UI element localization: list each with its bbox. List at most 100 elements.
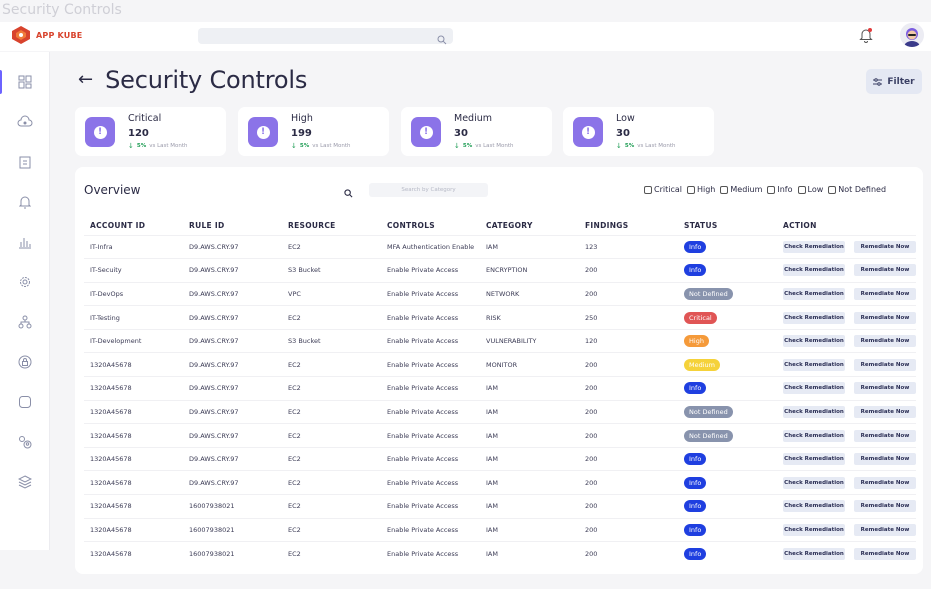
check-remediation-button[interactable]: Check Remediation xyxy=(783,311,845,324)
check-remediation-button[interactable]: Check Remediation xyxy=(783,240,845,253)
summary-card-high[interactable]: ! High 199 ↓ 5% vs Last Month xyxy=(238,107,389,156)
remediate-now-button[interactable]: Remediate Now xyxy=(854,264,916,277)
check-remediation-button[interactable]: Check Remediation xyxy=(783,476,845,489)
column-header-account-id: ACCOUNT ID xyxy=(90,221,146,231)
category-search-input[interactable]: Search by Category xyxy=(369,183,488,197)
checkbox[interactable] xyxy=(720,185,729,194)
rule-id-cell: D9.AWS.CRY.97 xyxy=(183,423,282,448)
account-id-cell: 1320A45678 xyxy=(84,399,183,424)
card-label: High xyxy=(291,113,313,124)
user-avatar[interactable] xyxy=(900,23,924,47)
action-cell: Check Remediation Remediate Now xyxy=(777,352,916,377)
control-cell: Enable Private Access xyxy=(381,494,480,519)
summary-card-medium[interactable]: ! Medium 30 ↓ 5% vs Last Month xyxy=(401,107,552,156)
app-logo-icon xyxy=(10,25,32,45)
sidebar-item-organization[interactable] xyxy=(0,304,50,340)
check-remediation-button[interactable]: Check Remediation xyxy=(783,358,845,371)
status-badge: Info xyxy=(684,547,707,560)
check-remediation-button[interactable]: Check Remediation xyxy=(783,335,845,348)
check-remediation-button[interactable]: Check Remediation xyxy=(783,264,845,277)
remediate-now-button[interactable]: Remediate Now xyxy=(854,240,916,253)
filter-label: Info xyxy=(777,185,793,194)
table-row: 1320A45678 16007938021 EC2 Enable Private A… xyxy=(84,494,916,519)
status-cell: Info xyxy=(678,258,777,283)
sidebar-item-reports[interactable] xyxy=(0,144,50,180)
account-id-cell: 1320A45678 xyxy=(84,494,183,519)
notification-bell-icon[interactable] xyxy=(859,27,873,47)
app-logo[interactable]: APP KUBE xyxy=(10,25,82,45)
remediate-now-button[interactable]: Remediate Now xyxy=(854,476,916,489)
resource-cell: EC2 xyxy=(282,399,381,424)
rule-id-cell: D9.AWS.CRY.97 xyxy=(183,281,282,306)
sidebar-item-layers[interactable] xyxy=(0,464,50,500)
sidebar-item-alerts[interactable] xyxy=(0,184,50,220)
filter-checkbox-info[interactable]: Info xyxy=(767,185,793,194)
card-trend: ↓ 5% vs Last Month xyxy=(454,142,514,150)
sidebar-item-security[interactable] xyxy=(0,344,50,380)
checkbox[interactable] xyxy=(828,185,837,194)
trend-note: vs Last Month xyxy=(475,143,514,149)
filter-checkbox-not-defined[interactable]: Not Defined xyxy=(828,185,886,194)
remediate-now-button[interactable]: Remediate Now xyxy=(854,429,916,442)
rule-id-cell: 16007938021 xyxy=(183,494,282,519)
filter-checkbox-low[interactable]: Low xyxy=(797,185,823,194)
dashboard-icon xyxy=(18,75,32,89)
remediate-now-button[interactable]: Remediate Now xyxy=(854,358,916,371)
check-remediation-button[interactable]: Check Remediation xyxy=(783,382,845,395)
remediate-now-button[interactable]: Remediate Now xyxy=(854,405,916,418)
sidebar-item-users[interactable] xyxy=(0,424,50,460)
sidebar-item-analytics[interactable] xyxy=(0,224,50,260)
remediate-now-button[interactable]: Remediate Now xyxy=(854,500,916,513)
card-trend: ↓ 5% vs Last Month xyxy=(128,142,188,150)
sidebar-item-dashboard[interactable] xyxy=(0,64,50,100)
remediate-now-button[interactable]: Remediate Now xyxy=(854,287,916,300)
controls-table: ACCOUNT ID RULE ID RESOURCE CONTROLS CATEGOR… xyxy=(84,217,916,566)
rule-id-cell: 16007938021 xyxy=(183,517,282,542)
remediate-now-button[interactable]: Remediate Now xyxy=(854,547,916,560)
summary-card-critical[interactable]: ! Critical 120 ↓ 5% vs Last Month xyxy=(75,107,226,156)
filter-button[interactable]: Filter xyxy=(866,69,922,94)
category-cell: IAM xyxy=(480,376,579,401)
remediate-now-button[interactable]: Remediate Now xyxy=(854,311,916,324)
account-id-cell: 1320A45678 xyxy=(84,446,183,471)
checkbox[interactable] xyxy=(644,185,652,194)
sidebar-item-cloud[interactable] xyxy=(0,104,50,140)
remediate-now-button[interactable]: Remediate Now xyxy=(854,453,916,466)
findings-cell: 200 xyxy=(579,517,678,542)
sidebar-item-settings[interactable] xyxy=(0,264,50,300)
category-cell: IAM xyxy=(480,470,579,495)
check-remediation-button[interactable]: Check Remediation xyxy=(783,429,845,442)
category-search[interactable]: Search by Category xyxy=(343,183,488,198)
remediate-now-button[interactable]: Remediate Now xyxy=(854,382,916,395)
org-chart-icon xyxy=(18,315,32,329)
back-arrow-icon[interactable]: ← xyxy=(78,71,93,89)
sidebar-item-apps[interactable] xyxy=(0,384,50,420)
table-row: IT-Infra D9.AWS.CRY.97 EC2 MFA Authenticati… xyxy=(84,234,916,259)
global-search-input[interactable] xyxy=(198,28,453,45)
rule-id-cell: D9.AWS.CRY.97 xyxy=(183,352,282,377)
account-id-cell: 1320A45678 xyxy=(84,517,183,542)
checkbox[interactable] xyxy=(686,185,695,194)
check-remediation-button[interactable]: Check Remediation xyxy=(783,405,845,418)
check-remediation-button[interactable]: Check Remediation xyxy=(783,453,845,466)
status-cell: Info xyxy=(678,541,777,566)
checkbox[interactable] xyxy=(797,185,806,194)
filter-checkbox-critical[interactable]: Critical xyxy=(644,185,682,194)
summary-card-low[interactable]: ! Low 30 ↓ 5% vs Last Month xyxy=(563,107,714,156)
remediate-now-button[interactable]: Remediate Now xyxy=(854,523,916,536)
status-badge: Not Defined xyxy=(684,405,733,418)
action-cell: Check Remediation Remediate Now xyxy=(777,494,916,519)
status-cell: Critical xyxy=(678,305,777,330)
check-remediation-button[interactable]: Check Remediation xyxy=(783,547,845,560)
check-remediation-button[interactable]: Check Remediation xyxy=(783,500,845,513)
remediate-now-button[interactable]: Remediate Now xyxy=(854,335,916,348)
check-remediation-button[interactable]: Check Remediation xyxy=(783,287,845,300)
filter-checkbox-high[interactable]: High xyxy=(686,185,715,194)
check-remediation-button[interactable]: Check Remediation xyxy=(783,523,845,536)
filter-checkbox-medium[interactable]: Medium xyxy=(720,185,762,194)
category-cell: VULNERABILITY xyxy=(480,328,579,353)
table-row: 1320A45678 16007938021 EC2 Enable Private A… xyxy=(84,541,916,566)
checkbox[interactable] xyxy=(767,185,776,194)
rule-id-cell: D9.AWS.CRY.97 xyxy=(183,305,282,330)
resource-cell: S3 Bucket xyxy=(282,328,381,353)
